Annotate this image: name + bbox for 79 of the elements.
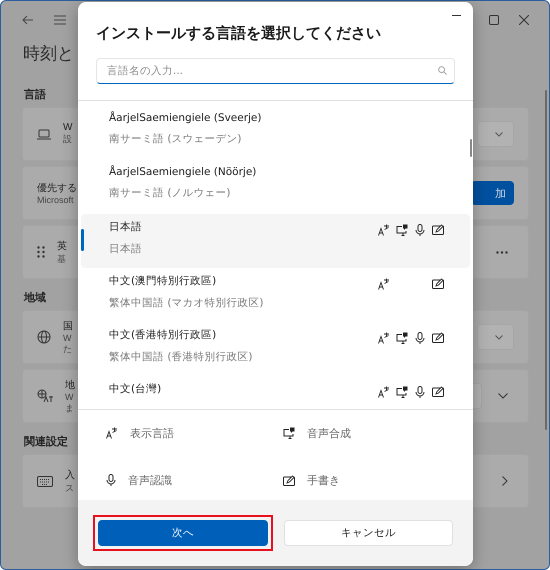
card-title: W [63,122,72,133]
language-name: 中文(台灣) [109,382,162,396]
language-item[interactable]: 中文(澳門特別行政區) 繁体中国語 (マカオ特別行政区) [81,268,470,322]
card-title: 入 [65,468,75,482]
laptop-icon [37,128,51,140]
card-subtitle: 設 [63,133,72,146]
legend-label: 音声合成 [307,426,351,440]
language-item[interactable]: ÅarjelSaemiengiele (Sveerje) 南サーミ語 (スウェーデン) [81,106,470,160]
section-heading: 言語 [24,87,46,101]
speech-monitor-icon [396,224,408,236]
microphone-icon [415,332,425,344]
menu-icon[interactable] [54,15,66,25]
legend-label: 表示言語 [130,426,174,440]
globe-icon [37,330,51,344]
translate-icon [378,278,390,290]
more-icon[interactable] [496,250,508,254]
language-native-name: 繁体中国語 (香港特別行政区) [109,350,253,364]
card-title: 優先する [37,182,77,195]
maximize-icon[interactable] [489,15,499,25]
speech-monitor-icon [396,386,408,398]
card-subtitle: Microsoft [37,195,75,205]
language-native-name: 南サーミ語 (スウェーデン) [109,132,243,146]
microphone-icon [415,224,425,236]
handwriting-icon [283,474,295,486]
card-subtitle: ま [65,402,75,414]
language-name: ÅarjelSaemiengiele (Nöörje) [109,166,256,178]
card-title: 英 [57,240,67,252]
card-subtitle: 基 [57,252,67,266]
language-native-name: 日本語 [109,242,142,256]
chevron-down-icon [495,132,503,136]
close-icon[interactable] [519,15,529,25]
search-field[interactable]: 言語名の入力... [96,58,455,84]
translate-icon [378,332,390,344]
language-item[interactable]: 中文(台灣) [81,376,470,409]
page-title: 時刻と [23,43,74,66]
language-item[interactable]: 中文(香港特別行政區) 繁体中国語 (香港特別行政区) [81,322,470,376]
card-subtitle: た [63,342,73,356]
next-button[interactable]: 次へ [98,520,268,546]
translate-icon [378,224,390,236]
language-name: ÅarjelSaemiengiele (Sveerje) [109,112,262,124]
language-name: 日本語 [109,220,142,234]
drag-handle-icon [37,246,45,258]
language-native-name: 南サーミ語 (ノルウェー) [109,186,232,200]
handwriting-icon [432,224,444,235]
handwriting-icon [432,278,444,289]
card-title: 地 [65,378,75,392]
card-subtitle: ス [65,482,75,494]
chevron-down-icon[interactable] [498,393,508,399]
handwriting-icon [432,332,444,343]
back-icon[interactable] [22,14,34,26]
translate-icon [378,386,390,398]
microphone-icon [106,474,116,486]
language-native-name: 繁体中国語 (マカオ特別行政区) [109,296,264,310]
language-item[interactable]: 日本語 日本語 [81,214,470,268]
legend-label: 手書き [307,472,340,488]
scrollbar[interactable] [470,139,472,157]
card-subtitle: W [63,332,72,342]
translate-icon [106,427,118,439]
search-icon[interactable] [438,66,447,75]
language-name: 中文(香港特別行政區) [109,328,218,342]
microphone-icon [415,386,425,398]
scrollbar[interactable] [545,90,547,430]
dialog-title: インストールする言語を選択してください [96,24,382,44]
card-subtitle: W [65,392,74,402]
chevron-down-icon [495,334,503,340]
card-title: 国 [63,320,73,332]
keyboard-icon [37,476,53,486]
add-button[interactable]: 加 [471,181,514,205]
globe-letter-icon [37,389,53,403]
speech-monitor-icon [396,332,408,344]
language-name: 中文(澳門特別行政區) [109,274,218,288]
section-heading: 地域 [24,290,46,304]
language-item[interactable]: ÅarjelSaemiengiele (Nöörje) 南サーミ語 (ノルウェー) [81,160,470,214]
section-heading: 関連設定 [24,434,68,448]
cancel-button[interactable]: キャンセル [284,520,453,546]
handwriting-icon [432,386,444,397]
legend-label: 音声認識 [128,472,172,488]
speech-monitor-icon [283,427,295,439]
chevron-right-icon[interactable] [502,476,508,486]
